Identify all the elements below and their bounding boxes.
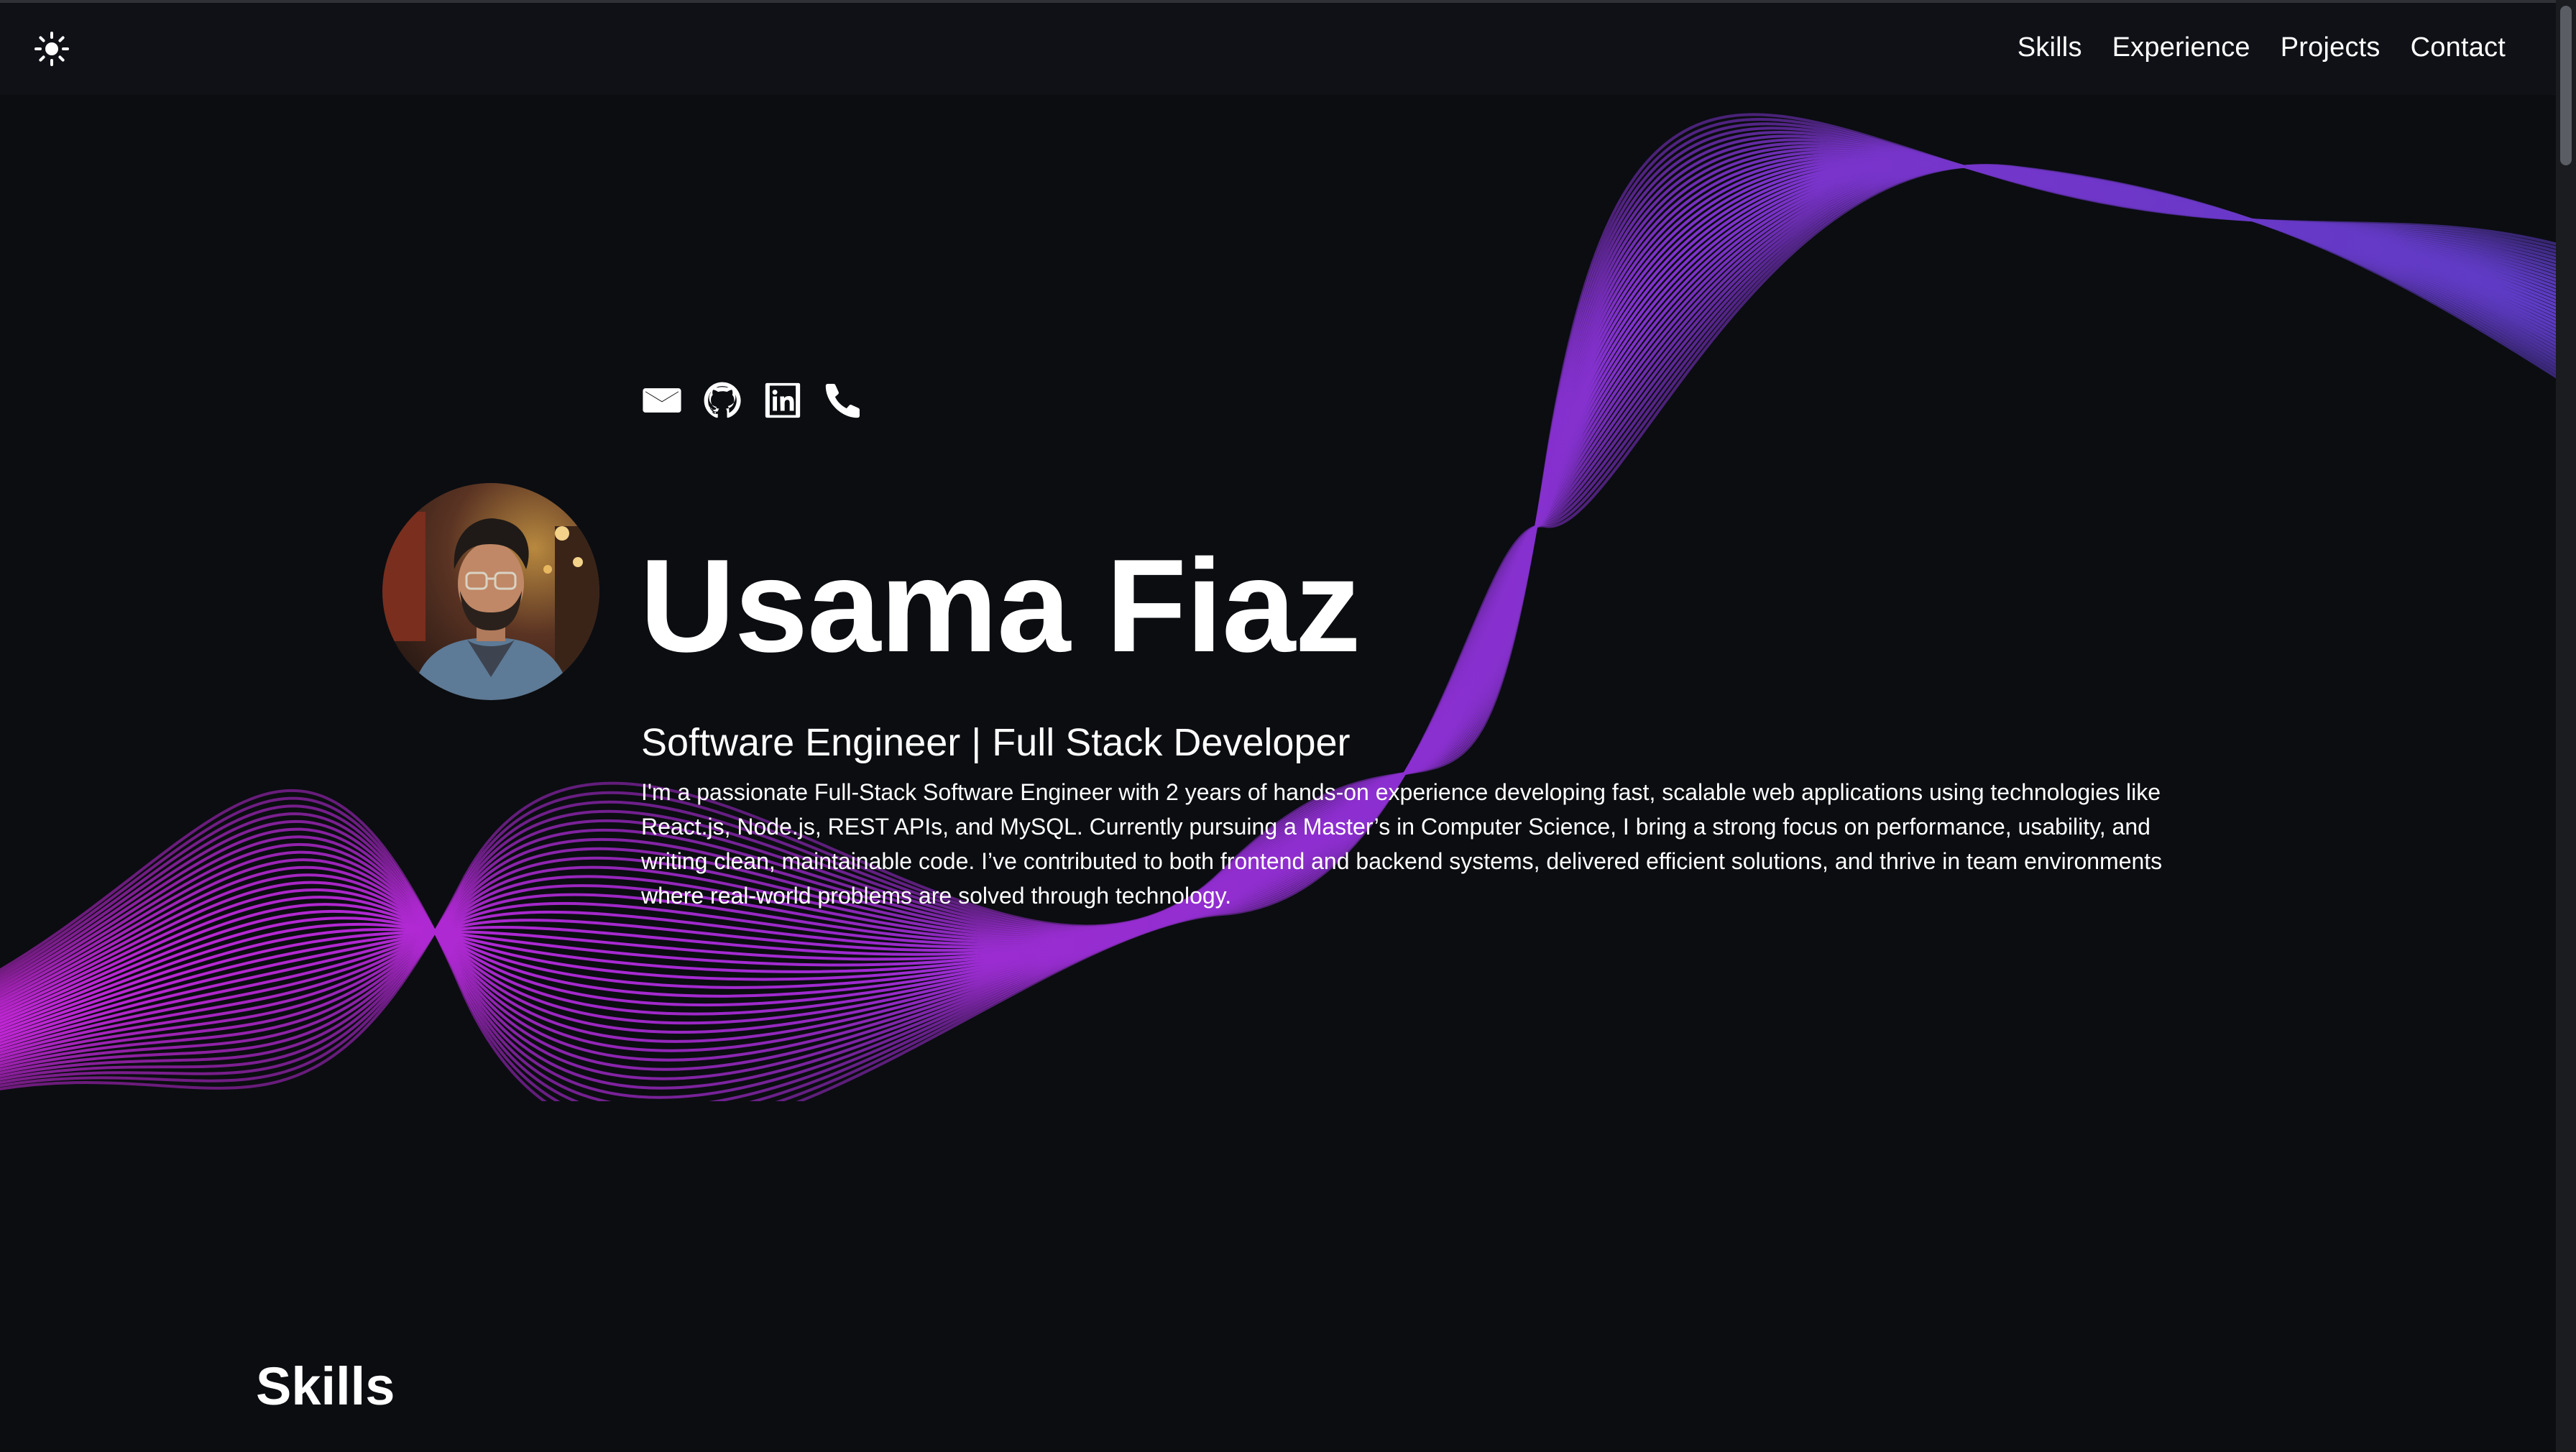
nav-link-projects[interactable]: Projects <box>2281 32 2380 63</box>
nav-links: Skills Experience Projects Contact <box>1987 0 2506 95</box>
nav-link-experience[interactable]: Experience <box>2112 32 2250 63</box>
github-icon[interactable] <box>702 380 743 421</box>
mail-icon[interactable] <box>641 380 683 421</box>
linkedin-icon[interactable] <box>762 380 804 421</box>
hero-content: Usama Fiaz Software Engineer | Full Stac… <box>0 95 2556 1101</box>
portfolio-page: Skills Experience Projects Contact Usama… <box>0 0 2576 1452</box>
top-navbar: Skills Experience Projects Contact <box>0 0 2556 95</box>
scrollbar-thumb[interactable] <box>2560 6 2572 165</box>
avatar <box>382 483 599 700</box>
scrollbar-track <box>2556 0 2576 1452</box>
sun-icon[interactable] <box>32 29 72 69</box>
social-links <box>641 380 864 421</box>
hero-subtitle: Software Engineer | Full Stack Developer <box>641 721 1351 764</box>
phone-icon[interactable] <box>822 380 864 421</box>
hero-section: Usama Fiaz Software Engineer | Full Stac… <box>0 95 2556 1101</box>
nav-link-contact[interactable]: Contact <box>2411 32 2506 63</box>
skills-section-title: Skills <box>256 1356 395 1416</box>
hero-bio: I'm a passionate Full-Stack Software Eng… <box>641 779 2163 909</box>
nav-link-skills[interactable]: Skills <box>2018 32 2082 63</box>
hero-name: Usama Fiaz <box>640 531 1361 679</box>
